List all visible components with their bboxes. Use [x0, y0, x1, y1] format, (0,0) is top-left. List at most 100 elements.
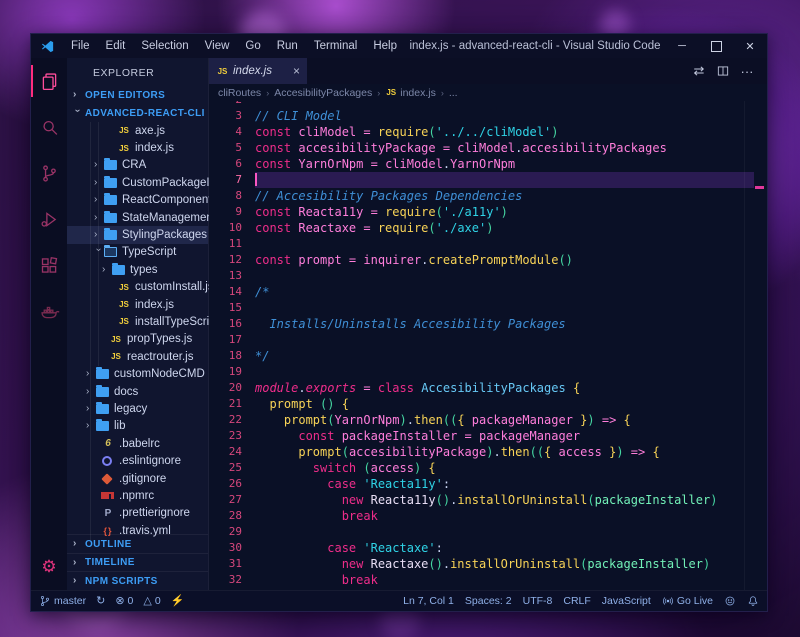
- section-timeline[interactable]: ›TIMELINE: [67, 553, 208, 572]
- activity-item-source-control[interactable]: [31, 150, 67, 196]
- code-line-30[interactable]: 30 case 'Reactaxe':: [209, 540, 767, 556]
- code-line-33[interactable]: 33 }: [209, 588, 767, 590]
- tree-folder-typescript[interactable]: ›TypeScript: [67, 244, 208, 261]
- tree-folder-customnodecmd[interactable]: ›customNodeCMD: [67, 365, 208, 382]
- section-npm-scripts[interactable]: ›NPM SCRIPTS: [67, 571, 208, 590]
- line-number[interactable]: 33: [209, 588, 255, 590]
- tree-file-installtypescrip-[interactable]: JSinstallTypeScrip...: [67, 313, 208, 330]
- status-language-mode[interactable]: JavaScript: [602, 595, 651, 607]
- tree-file--prettierignore[interactable]: P.prettierignore: [67, 505, 208, 522]
- status-encoding[interactable]: UTF-8: [523, 595, 553, 607]
- minimize-button[interactable]: ─: [665, 34, 699, 58]
- tab-close-icon[interactable]: ×: [289, 64, 300, 78]
- menu-edit[interactable]: Edit: [98, 34, 134, 58]
- tree-file-reactrouter-js[interactable]: JSreactrouter.js: [67, 348, 208, 365]
- code-line-7[interactable]: 7: [209, 172, 767, 188]
- status-errors[interactable]: ⊗0: [115, 595, 133, 607]
- menu-view[interactable]: View: [197, 34, 238, 58]
- code-line-24[interactable]: 24 prompt(accesibilityPackage).then(({ a…: [209, 444, 767, 460]
- tree-folder-custompackagei-[interactable]: ›CustomPackageI...: [67, 174, 208, 191]
- tree-folder-types[interactable]: ›types: [67, 261, 208, 278]
- tree-folder-statemanagement[interactable]: ›StateManagement: [67, 209, 208, 226]
- line-number[interactable]: 17: [209, 332, 255, 348]
- activity-item-explorer[interactable]: [31, 58, 67, 104]
- code-line-10[interactable]: 10const Reactaxe = require('./axe'): [209, 220, 767, 236]
- code-line-23[interactable]: 23 const packageInstaller = packageManag…: [209, 428, 767, 444]
- status-live-share[interactable]: ⚡: [171, 596, 185, 607]
- section-outline[interactable]: ›OUTLINE: [67, 534, 208, 553]
- code-line-32[interactable]: 32 break: [209, 572, 767, 588]
- line-number[interactable]: 28: [209, 508, 255, 524]
- breadcrumb-item[interactable]: AccesibilityPackages: [274, 87, 372, 99]
- activity-item-search[interactable]: [31, 104, 67, 150]
- status-git-branch[interactable]: master: [39, 595, 86, 607]
- line-number[interactable]: 4: [209, 124, 255, 140]
- code-editor[interactable]: 23// CLI Model4const cliModel = require(…: [209, 101, 767, 590]
- status-notifications[interactable]: [747, 595, 759, 607]
- breadcrumb-item[interactable]: ...: [449, 87, 458, 99]
- line-number[interactable]: 6: [209, 156, 255, 172]
- status-feedback[interactable]: [724, 595, 736, 607]
- code-line-29[interactable]: 29: [209, 524, 767, 540]
- status-go-live[interactable]: Go Live: [662, 595, 713, 607]
- line-number[interactable]: 29: [209, 524, 255, 540]
- line-number[interactable]: 21: [209, 396, 255, 412]
- tree-folder-docs[interactable]: ›docs: [67, 383, 208, 400]
- tree-folder-stylingpackages[interactable]: ›StylingPackages: [67, 226, 208, 243]
- tree-file--gitignore[interactable]: .gitignore: [67, 470, 208, 487]
- code-line-12[interactable]: 12const prompt = inquirer.createPromptMo…: [209, 252, 767, 268]
- line-number[interactable]: 9: [209, 204, 255, 220]
- code-line-9[interactable]: 9const Reacta11y = require('./a11y'): [209, 204, 767, 220]
- line-number[interactable]: 10: [209, 220, 255, 236]
- tree-file--npmrc[interactable]: .npmrc: [67, 487, 208, 504]
- tab-indexjs[interactable]: JS index.js ×: [209, 58, 307, 84]
- activity-item-docker[interactable]: [31, 288, 67, 334]
- section-open-editors[interactable]: ›OPEN EDITORS: [67, 86, 208, 104]
- line-number[interactable]: 23: [209, 428, 255, 444]
- status-eol[interactable]: CRLF: [563, 595, 590, 607]
- line-number[interactable]: 3: [209, 108, 255, 124]
- tree-folder-reactcomponent[interactable]: ›ReactComponent: [67, 192, 208, 209]
- code-line-25[interactable]: 25 switch (access) {: [209, 460, 767, 476]
- settings-gear-icon[interactable]: ⚙: [31, 549, 67, 585]
- code-line-15[interactable]: 15: [209, 300, 767, 316]
- line-number[interactable]: 5: [209, 140, 255, 156]
- line-number[interactable]: 18: [209, 348, 255, 364]
- line-number[interactable]: 22: [209, 412, 255, 428]
- status-sync[interactable]: ↻: [96, 596, 105, 607]
- close-button[interactable]: ✕: [733, 34, 767, 58]
- line-number[interactable]: 20: [209, 380, 255, 396]
- line-number[interactable]: 15: [209, 300, 255, 316]
- toggle-changes-button[interactable]: ⇄: [687, 58, 711, 84]
- menu-file[interactable]: File: [63, 34, 98, 58]
- code-line-2[interactable]: 2: [209, 101, 767, 108]
- menu-run[interactable]: Run: [269, 34, 306, 58]
- line-number[interactable]: 2: [209, 101, 255, 108]
- code-line-21[interactable]: 21 prompt () {: [209, 396, 767, 412]
- line-number[interactable]: 31: [209, 556, 255, 572]
- tree-file-index-js[interactable]: JSindex.js: [67, 296, 208, 313]
- code-line-13[interactable]: 13: [209, 268, 767, 284]
- line-number[interactable]: 12: [209, 252, 255, 268]
- line-number[interactable]: 32: [209, 572, 255, 588]
- code-line-11[interactable]: 11: [209, 236, 767, 252]
- code-line-31[interactable]: 31 new Reactaxe().installOrUninstall(pac…: [209, 556, 767, 572]
- code-line-4[interactable]: 4const cliModel = require('../../cliMode…: [209, 124, 767, 140]
- code-line-17[interactable]: 17: [209, 332, 767, 348]
- tree-file-proptypes-js[interactable]: JSpropTypes.js: [67, 331, 208, 348]
- more-actions-button[interactable]: ···: [735, 58, 759, 84]
- tree-file-index-js[interactable]: JSindex.js: [67, 139, 208, 156]
- tree-file-axe-js[interactable]: JSaxe.js: [67, 122, 208, 139]
- line-number[interactable]: 16: [209, 316, 255, 332]
- split-editor-button[interactable]: [711, 58, 735, 84]
- tree-file--eslintignore[interactable]: .eslintignore: [67, 452, 208, 469]
- code-line-28[interactable]: 28 break: [209, 508, 767, 524]
- menu-help[interactable]: Help: [365, 34, 405, 58]
- code-line-6[interactable]: 6const YarnOrNpm = cliModel.YarnOrNpm: [209, 156, 767, 172]
- code-line-18[interactable]: 18*/: [209, 348, 767, 364]
- line-number[interactable]: 7: [209, 172, 255, 188]
- tree-file-custominstall-js[interactable]: JScustomInstall.js: [67, 279, 208, 296]
- code-line-14[interactable]: 14/*: [209, 284, 767, 300]
- menu-terminal[interactable]: Terminal: [306, 34, 365, 58]
- line-number[interactable]: 13: [209, 268, 255, 284]
